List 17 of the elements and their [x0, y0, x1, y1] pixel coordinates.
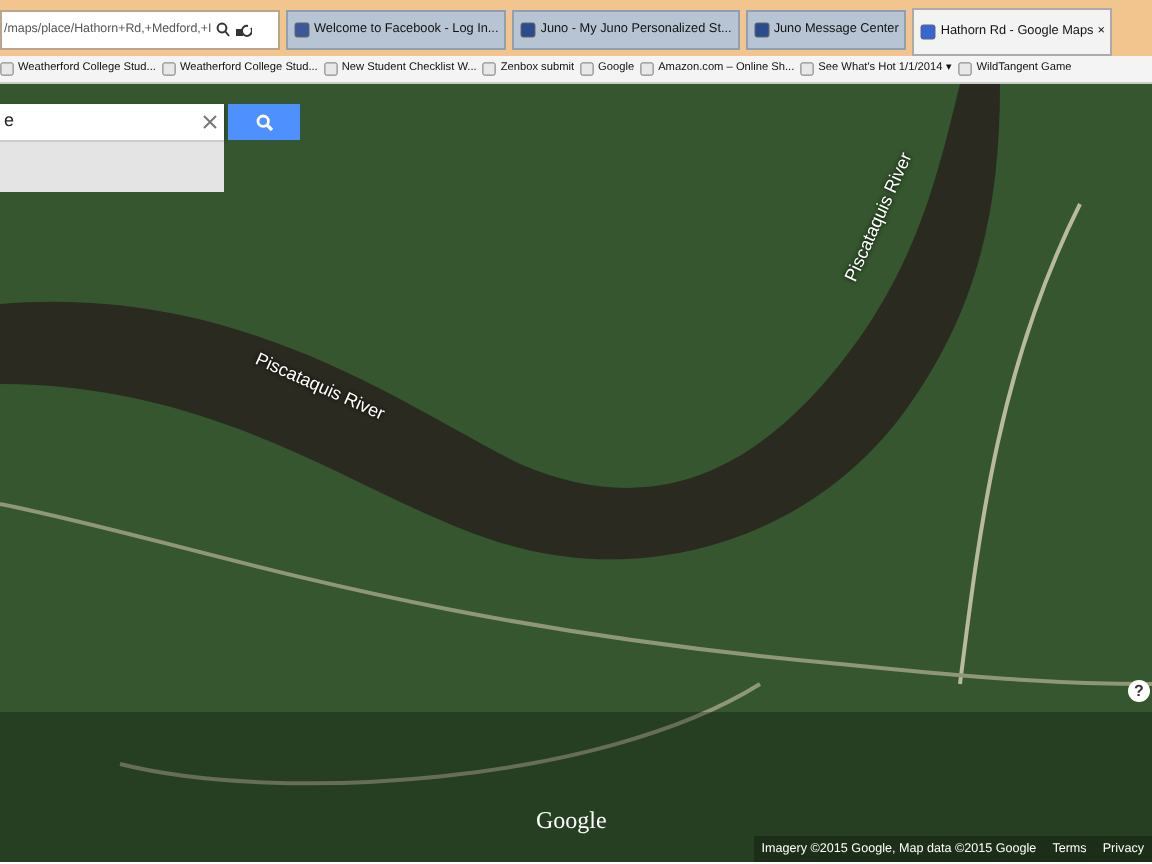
favicon-icon [753, 22, 770, 38]
favicon-icon [520, 22, 537, 38]
favicon-icon [920, 24, 937, 40]
close-icon[interactable] [202, 114, 218, 130]
page-icon [161, 61, 176, 76]
search-button[interactable] [228, 104, 300, 140]
search-icon [255, 113, 273, 131]
search-text: e [4, 108, 15, 135]
page-icon [323, 61, 338, 76]
page-icon [482, 61, 497, 76]
search-field[interactable]: e [0, 104, 224, 140]
favicon-icon [294, 22, 310, 38]
page-icon [580, 61, 595, 76]
map-logo: Google [536, 804, 607, 838]
page-icon [640, 61, 655, 76]
page-icon [800, 61, 815, 76]
page-icon [958, 61, 973, 76]
